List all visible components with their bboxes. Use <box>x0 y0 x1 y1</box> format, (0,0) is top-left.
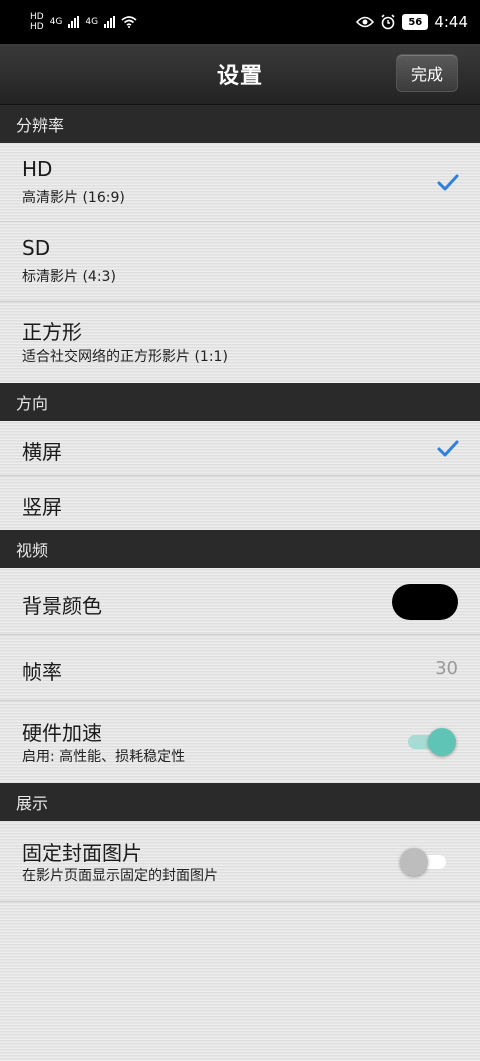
done-button[interactable]: 完成 <box>396 54 458 92</box>
signal-label-1: 4G <box>49 17 63 27</box>
option-title: 正方形 <box>22 320 82 344</box>
option-subtitle: 高清影片 (16:9) <box>22 190 125 206</box>
resolution-option-sd[interactable]: SD 标清影片 (4:3) <box>0 222 480 302</box>
resolution-option-hd[interactable]: HD 高清影片 (16:9) <box>0 143 480 222</box>
option-title: 竖屏 <box>22 495 62 519</box>
network-label-1: HD <box>30 12 44 22</box>
alarm-icon <box>380 14 396 30</box>
option-title: HD <box>22 157 53 181</box>
toggle-thumb <box>428 728 456 756</box>
checkmark-icon <box>437 174 459 191</box>
network-type-stack: HD HD <box>30 12 44 32</box>
fixed-cover-row[interactable]: 固定封面图片 在影片页面显示固定的封面图片 <box>0 821 480 902</box>
toggle-thumb <box>400 848 428 876</box>
status-time: 4:44 <box>434 13 468 31</box>
option-title: 固定封面图片 <box>22 841 142 865</box>
signal-icon <box>68 16 80 28</box>
option-title: 硬件加速 <box>22 721 102 745</box>
battery-icon: 56 <box>402 14 429 30</box>
section-header-resolution: 分辨率 <box>0 105 480 143</box>
background-color-row[interactable]: 背景颜色 <box>0 568 480 635</box>
orientation-option-portrait[interactable]: 竖屏 <box>0 476 480 530</box>
option-subtitle: 在影片页面显示固定的封面图片 <box>22 868 218 884</box>
checkmark-icon <box>437 440 459 457</box>
option-title: 背景颜色 <box>22 594 102 618</box>
option-title: SD <box>22 236 51 260</box>
hardware-acceleration-row[interactable]: 硬件加速 启用: 高性能、损耗稳定性 <box>0 701 480 783</box>
section-header-display: 展示 <box>0 783 480 821</box>
status-bar: HD HD 4G 4G 56 4:44 <box>0 0 480 44</box>
resolution-option-square[interactable]: 正方形 适合社交网络的正方形影片 (1:1) <box>0 302 480 383</box>
page-title: 设置 <box>216 64 263 89</box>
wifi-icon <box>121 16 137 28</box>
option-title: 横屏 <box>22 440 62 464</box>
color-swatch[interactable] <box>392 584 458 620</box>
orientation-option-landscape[interactable]: 横屏 <box>0 421 480 476</box>
option-title: 帧率 <box>22 660 62 684</box>
network-label-2: HD <box>30 22 44 32</box>
section-header-orientation: 方向 <box>0 383 480 421</box>
option-subtitle: 适合社交网络的正方形影片 (1:1) <box>22 349 228 365</box>
eye-icon <box>356 16 375 28</box>
frame-rate-value: 30 <box>435 658 458 679</box>
option-subtitle: 标清影片 (4:3) <box>22 269 116 285</box>
navigation-bar: 设置 完成 <box>0 44 480 105</box>
status-left: HD HD 4G 4G <box>30 12 137 32</box>
option-subtitle: 启用: 高性能、损耗稳定性 <box>22 749 186 765</box>
frame-rate-row[interactable]: 帧率 30 <box>0 635 480 701</box>
status-right: 56 4:44 <box>356 13 468 31</box>
section-header-video: 视频 <box>0 530 480 568</box>
signal-label-2: 4G <box>85 17 99 27</box>
signal-icon-2 <box>104 16 116 28</box>
